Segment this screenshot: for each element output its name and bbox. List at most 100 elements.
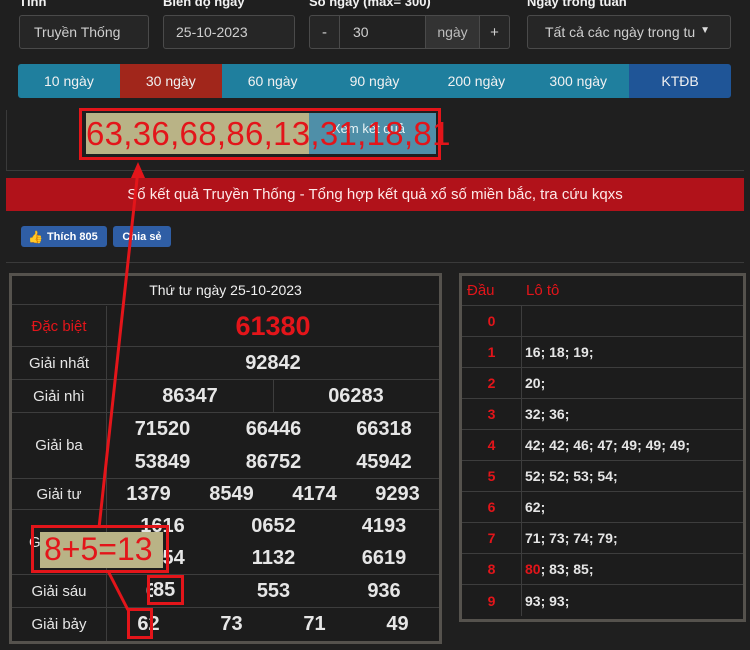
highlight-numbers: 63,36,68,86,13,31,18,81 [86, 115, 451, 152]
date-input-value: 25-10-2023 [176, 24, 248, 40]
tab-30-days[interactable]: 30 ngày [119, 64, 222, 98]
tab-300-days[interactable]: 300 ngày [527, 64, 630, 98]
table-row-sixth: Giải sáu 685 553 936 [12, 575, 439, 608]
like-label: Thích 805 [46, 230, 98, 243]
table-row-second: Giải nhì 86347 06283 [12, 380, 439, 413]
chevron-down-icon: ▼ [700, 25, 710, 36]
fifth-prize-2: 0652 [251, 515, 296, 537]
page-banner: Sổ kết quả Truyền Thống - Tổng hợp kết q… [6, 178, 744, 211]
seventh-prize-2: 73 [220, 613, 243, 635]
head-column-label: Đầu [467, 282, 495, 299]
seventh-highlight-frame [127, 608, 153, 639]
fourth-label: Giải tư [12, 479, 107, 509]
loto-head-digit: 0 [462, 306, 522, 336]
list-item: 8 80; 83; 85; [462, 554, 743, 585]
loto-head-digit: 1 [462, 337, 522, 367]
list-item: 1 16; 18; 19; [462, 337, 743, 368]
weekday-label: Ngày trong tuần [527, 0, 627, 9]
third-prize-4: 53849 [134, 451, 191, 473]
third-prize-6: 45942 [356, 451, 412, 473]
loto-head-digit: 7 [462, 523, 522, 553]
list-item: 9 93; 93; [462, 585, 743, 616]
days-input[interactable]: 30 [339, 16, 426, 48]
loto-head-digit: 6 [462, 492, 522, 522]
loto-values: 20; [525, 375, 546, 391]
loto-values: 80; 83; 85; [525, 554, 594, 584]
loto-column-label: Lô tô [526, 282, 560, 299]
loto-values: 62; [525, 499, 546, 515]
date-input[interactable]: 25-10-2023 [163, 15, 295, 49]
special-label: Đặc biệt [12, 306, 107, 346]
list-item: 7 71; 73; 74; 79; [462, 523, 743, 554]
loto-head-digit: 4 [462, 430, 522, 460]
loto-head-digit: 2 [462, 368, 522, 398]
loto-values: 16; 18; 19; [525, 344, 594, 360]
days-unit: ngày [426, 16, 480, 48]
sixth-prize-3: 936 [367, 580, 401, 602]
fifth-prize-3: 4193 [361, 515, 407, 537]
special-prize: 61380 [235, 311, 311, 341]
weekday-select-value: Tất cả các ngày trong tuần [545, 24, 695, 40]
third-prize-1: 71520 [134, 418, 191, 440]
loto-values: 32; 36; [525, 406, 570, 422]
fourth-prize-3: 4174 [292, 483, 337, 505]
loto-head-digit: 5 [462, 461, 522, 491]
tab-10-days[interactable]: 10 ngày [18, 64, 120, 98]
table-row-third: Giải ba 71520 66446 66318 53849 86752 45… [12, 413, 439, 479]
province-label: Tỉnh [19, 0, 47, 9]
table-row-seventh: Giải bảy 62 73 71 49 [12, 608, 439, 641]
table-row-special: Đặc biệt 61380 [12, 306, 439, 347]
first-prize: 92842 [245, 352, 301, 374]
fourth-prize-2: 8549 [209, 483, 254, 505]
sixth-label: Giải sáu [12, 575, 107, 607]
loto-special-value: 80 [525, 561, 541, 577]
loto-values: 71; 73; 74; 79; [525, 530, 618, 546]
list-item: 5 52; 52; 53; 54; [462, 461, 743, 492]
loto-values: 52; 52; 53; 54; [525, 468, 618, 484]
third-prize-2: 66446 [245, 418, 302, 440]
date-label: Biên độ ngày [163, 0, 245, 9]
facebook-like-button[interactable]: 👍 Thích 805 [21, 226, 107, 247]
loto-values-rest: ; 83; 85; [540, 561, 594, 577]
seventh-prize-4: 49 [386, 613, 409, 635]
third-prize-3: 66318 [356, 418, 412, 440]
tab-200-days[interactable]: 200 ngày [425, 64, 528, 98]
loto-head-digit: 3 [462, 399, 522, 429]
days-plus-button[interactable]: + [480, 16, 509, 48]
province-select[interactable]: Truyền Thống [19, 15, 149, 49]
tab-ktdb[interactable]: KTĐB [629, 64, 731, 98]
range-tabs: 10 ngày 30 ngày 60 ngày 90 ngày 200 ngày… [18, 64, 731, 98]
results-title: Thứ tư ngày 25-10-2023 [12, 276, 439, 305]
third-label: Giải ba [12, 413, 107, 478]
list-item: 2 20; [462, 368, 743, 399]
divider [6, 170, 744, 171]
table-row-fourth: Giải tư 1379 8549 4174 9293 [12, 479, 439, 510]
fifth-prize-6: 6619 [361, 547, 407, 569]
loto-head-digit: 9 [462, 585, 522, 616]
sixth-prize-2: 553 [256, 580, 291, 602]
filter-labels: Tỉnh Biên độ ngày Số ngày (max= 300) Ngà… [0, 0, 750, 10]
list-item: 3 32; 36; [462, 399, 743, 430]
days-stepper: - 30 ngày + [309, 15, 510, 49]
page: Tỉnh Biên độ ngày Số ngày (max= 300) Ngà… [0, 0, 750, 650]
province-select-value: Truyền Thống [34, 24, 121, 40]
formula-annotation: 8+5=13 [44, 531, 153, 567]
second-prize-1: 86347 [162, 385, 218, 407]
fourth-prize-1: 1379 [126, 483, 171, 505]
table-row-first: Giải nhất 92842 [12, 347, 439, 380]
tab-60-days[interactable]: 60 ngày [221, 64, 324, 98]
tab-90-days[interactable]: 90 ngày [323, 64, 426, 98]
first-label: Giải nhất [12, 347, 107, 379]
days-minus-button[interactable]: - [310, 16, 339, 48]
third-prize-5: 86752 [245, 451, 302, 473]
facebook-share-button[interactable]: Chia sẻ [113, 226, 171, 247]
loto-values: 93; 93; [525, 592, 570, 609]
second-label: Giải nhì [12, 380, 107, 412]
loto-head-digit: 8 [462, 554, 522, 584]
list-item: 6 62; [462, 492, 743, 523]
seventh-prize-3: 71 [303, 613, 326, 635]
days-label: Số ngày (max= 300) [309, 0, 431, 9]
loto-header: Đầu Lô tô [462, 276, 743, 306]
weekday-select[interactable]: Tất cả các ngày trong tuần ▼ [527, 15, 731, 49]
fifth-prize-5: 1132 [251, 547, 296, 569]
